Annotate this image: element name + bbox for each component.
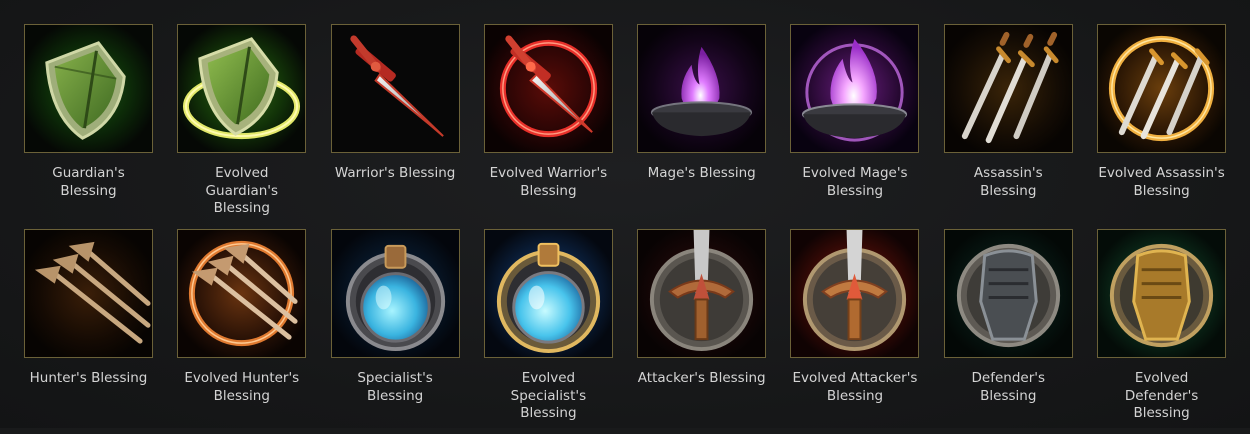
evolved-attackers-blessing-frame	[790, 229, 920, 358]
assassins-blessing-frame	[943, 24, 1073, 153]
attackers-blessing-frame	[637, 229, 767, 358]
specialists-blessing-frame	[330, 229, 460, 358]
blessing-label: Evolved Guardian's Blessing	[205, 165, 279, 216]
arrows-ring-icon	[178, 230, 306, 357]
evolved-hunters-blessing-frame	[177, 229, 307, 358]
potion-flask-glow-icon	[484, 230, 612, 357]
sword-ring-icon	[484, 25, 612, 152]
hunters-blessing-frame	[24, 229, 153, 358]
blessing-tile-warrior[interactable]: Warrior's Blessing	[330, 24, 460, 229]
blessing-tile-guardian[interactable]: Guardian's Blessing	[24, 24, 153, 229]
shield-icon	[25, 25, 152, 152]
blessing-label: Defender's Blessing	[971, 370, 1046, 404]
blessing-label: Guardian's Blessing	[52, 165, 125, 199]
sword-medallion-icon	[638, 230, 766, 357]
blessing-label: Assassin's Blessing	[973, 165, 1043, 199]
evolved-assassins-blessing-frame	[1097, 24, 1227, 153]
defenders-blessing-frame	[943, 229, 1073, 358]
blessing-tile-specialist[interactable]: Specialist's Blessing	[330, 229, 460, 434]
gauntlet-medallion-gold-icon	[1098, 230, 1226, 357]
arrows-icon	[25, 230, 152, 357]
blessing-label: Evolved Mage's Blessing	[802, 165, 908, 199]
blessing-tile-evolved-defender[interactable]: Evolved Defender's Blessing	[1097, 229, 1227, 434]
blessing-tile-evolved-specialist[interactable]: Evolved Specialist's Blessing	[483, 229, 613, 434]
sword-medallion-glow-icon	[791, 230, 919, 357]
blessing-label: Evolved Warrior's Blessing	[489, 165, 608, 199]
blessing-label: Warrior's Blessing	[334, 165, 456, 181]
blessing-label: Hunter's Blessing	[29, 370, 148, 386]
blessing-label: Evolved Hunter's Blessing	[184, 370, 300, 404]
evolved-specialists-blessing-frame	[483, 229, 613, 358]
blessing-label: Attacker's Blessing	[637, 370, 766, 386]
triple-daggers-ring-icon	[1098, 25, 1226, 152]
blessing-label: Evolved Assassin's Blessing	[1098, 165, 1225, 199]
blessing-label: Evolved Specialist's Blessing	[510, 370, 587, 421]
blessings-page: Guardian's Blessing Evolved Guardian's B…	[0, 0, 1250, 428]
flame-brazier-bright-icon	[791, 25, 919, 152]
evolved-warriors-blessing-frame	[483, 24, 613, 153]
blessing-tile-evolved-mage[interactable]: Evolved Mage's Blessing	[790, 24, 920, 229]
triple-daggers-icon	[944, 25, 1072, 152]
blessing-tile-evolved-assassin[interactable]: Evolved Assassin's Blessing	[1097, 24, 1227, 229]
shield-ring-icon	[178, 25, 306, 152]
blessing-tile-assassin[interactable]: Assassin's Blessing	[943, 24, 1073, 229]
evolved-mages-blessing-frame	[790, 24, 920, 153]
blessing-tile-hunter[interactable]: Hunter's Blessing	[24, 229, 153, 434]
blessing-tile-evolved-hunter[interactable]: Evolved Hunter's Blessing	[177, 229, 307, 434]
evolved-defenders-blessing-frame	[1097, 229, 1227, 358]
blessing-tile-attacker[interactable]: Attacker's Blessing	[637, 229, 767, 434]
sword-icon	[331, 25, 459, 152]
blessing-label: Evolved Attacker's Blessing	[792, 370, 918, 404]
blessing-grid: Guardian's Blessing Evolved Guardian's B…	[24, 24, 1227, 434]
mages-blessing-frame	[637, 24, 767, 153]
blessing-tile-defender[interactable]: Defender's Blessing	[943, 229, 1073, 434]
blessing-label: Specialist's Blessing	[357, 370, 433, 404]
blessing-tile-evolved-warrior[interactable]: Evolved Warrior's Blessing	[483, 24, 613, 229]
gauntlet-medallion-icon	[944, 230, 1072, 357]
blessing-label: Mage's Blessing	[647, 165, 756, 181]
guardians-blessing-frame	[24, 24, 153, 153]
potion-flask-icon	[331, 230, 459, 357]
blessing-tile-evolved-attacker[interactable]: Evolved Attacker's Blessing	[790, 229, 920, 434]
flame-brazier-icon	[638, 25, 766, 152]
warriors-blessing-frame	[330, 24, 460, 153]
evolved-guardians-blessing-frame	[177, 24, 307, 153]
blessing-label: Evolved Defender's Blessing	[1124, 370, 1199, 421]
blessing-tile-evolved-guardian[interactable]: Evolved Guardian's Blessing	[177, 24, 307, 229]
blessing-tile-mage[interactable]: Mage's Blessing	[637, 24, 767, 229]
